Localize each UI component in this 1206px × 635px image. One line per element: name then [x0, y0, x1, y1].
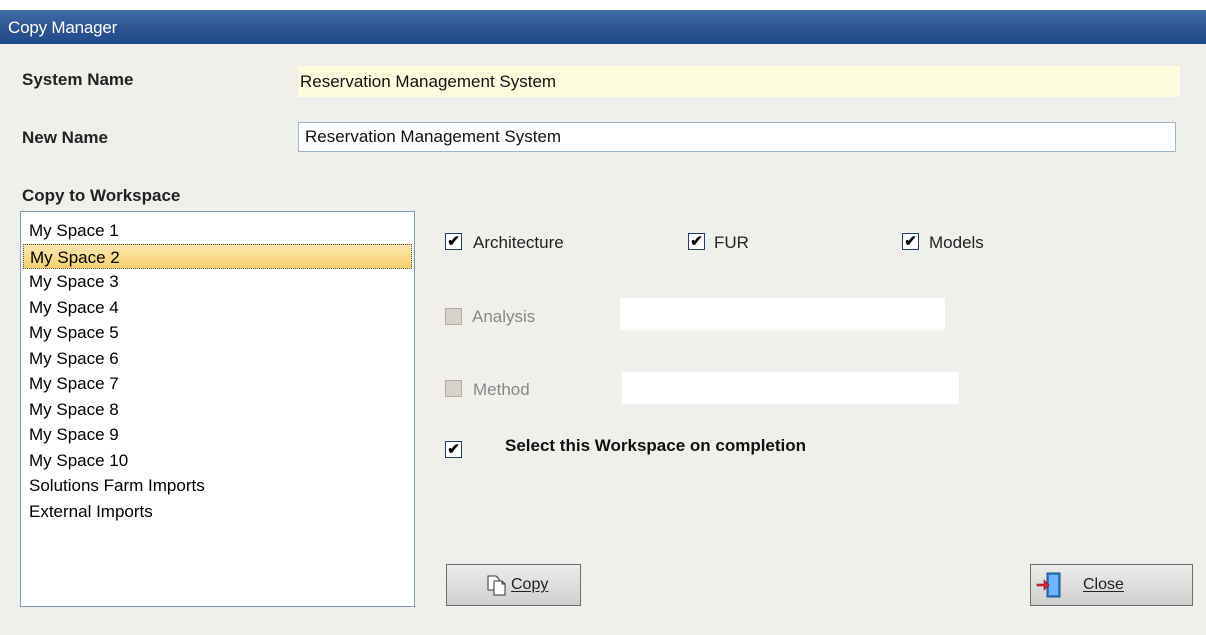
workspace-item[interactable]: My Space 10: [23, 448, 412, 474]
models-checkbox[interactable]: ✔: [902, 233, 919, 250]
workspace-item[interactable]: My Space 8: [23, 397, 412, 423]
analysis-checkbox: [445, 308, 462, 325]
architecture-checkbox[interactable]: ✔: [445, 233, 462, 250]
method-checkbox: [445, 380, 462, 397]
new-name-label: New Name: [22, 128, 108, 147]
checkmark-icon: ✔: [690, 233, 703, 250]
select-on-completion-checkbox[interactable]: ✔: [445, 441, 462, 458]
workspace-item[interactable]: My Space 5: [23, 320, 412, 346]
fur-checkbox[interactable]: ✔: [688, 233, 705, 250]
method-field: [622, 372, 959, 404]
copy-documents-icon: [485, 573, 509, 602]
workspace-listbox[interactable]: My Space 1 My Space 2 My Space 3 My Spac…: [20, 211, 415, 607]
analysis-field: [620, 298, 945, 330]
checkmark-icon: ✔: [447, 233, 460, 250]
workspace-item[interactable]: My Space 6: [23, 346, 412, 372]
close-button-label: Close: [1083, 576, 1124, 593]
workspace-item[interactable]: My Space 1: [23, 218, 412, 244]
new-name-input[interactable]: [298, 122, 1176, 152]
workspace-item[interactable]: External Imports: [23, 499, 412, 525]
checkmark-icon: ✔: [904, 233, 917, 250]
workspace-item[interactable]: My Space 4: [23, 295, 412, 321]
exit-door-icon: [1035, 571, 1063, 604]
workspace-item[interactable]: My Space 3: [23, 269, 412, 295]
close-button[interactable]: Close: [1030, 564, 1193, 606]
title-bar: Copy Manager: [0, 0, 1206, 44]
copy-to-workspace-label: Copy to Workspace: [22, 186, 181, 205]
window-title: Copy Manager: [8, 18, 118, 37]
copy-button-label: Copy: [511, 576, 549, 593]
analysis-label: Analysis: [472, 307, 536, 326]
workspace-item[interactable]: My Space 7: [23, 371, 412, 397]
models-label: Models: [929, 233, 984, 252]
system-name-field: Reservation Management System: [298, 66, 1180, 97]
workspace-item[interactable]: Solutions Farm Imports: [23, 473, 412, 499]
method-label: Method: [473, 380, 530, 399]
fur-label: FUR: [714, 233, 749, 252]
architecture-label: Architecture: [473, 233, 564, 252]
copy-button[interactable]: Copy: [446, 564, 581, 606]
workspace-item-selected[interactable]: My Space 2: [23, 243, 412, 269]
title-bar-top-strip: [0, 0, 1206, 10]
select-on-completion-label: Select this Workspace on completion: [505, 436, 807, 455]
system-name-label: System Name: [22, 70, 134, 89]
workspace-item[interactable]: My Space 9: [23, 422, 412, 448]
copy-manager-dialog: System Name Reservation Management Syste…: [0, 44, 1206, 635]
checkmark-icon: ✔: [447, 441, 460, 458]
